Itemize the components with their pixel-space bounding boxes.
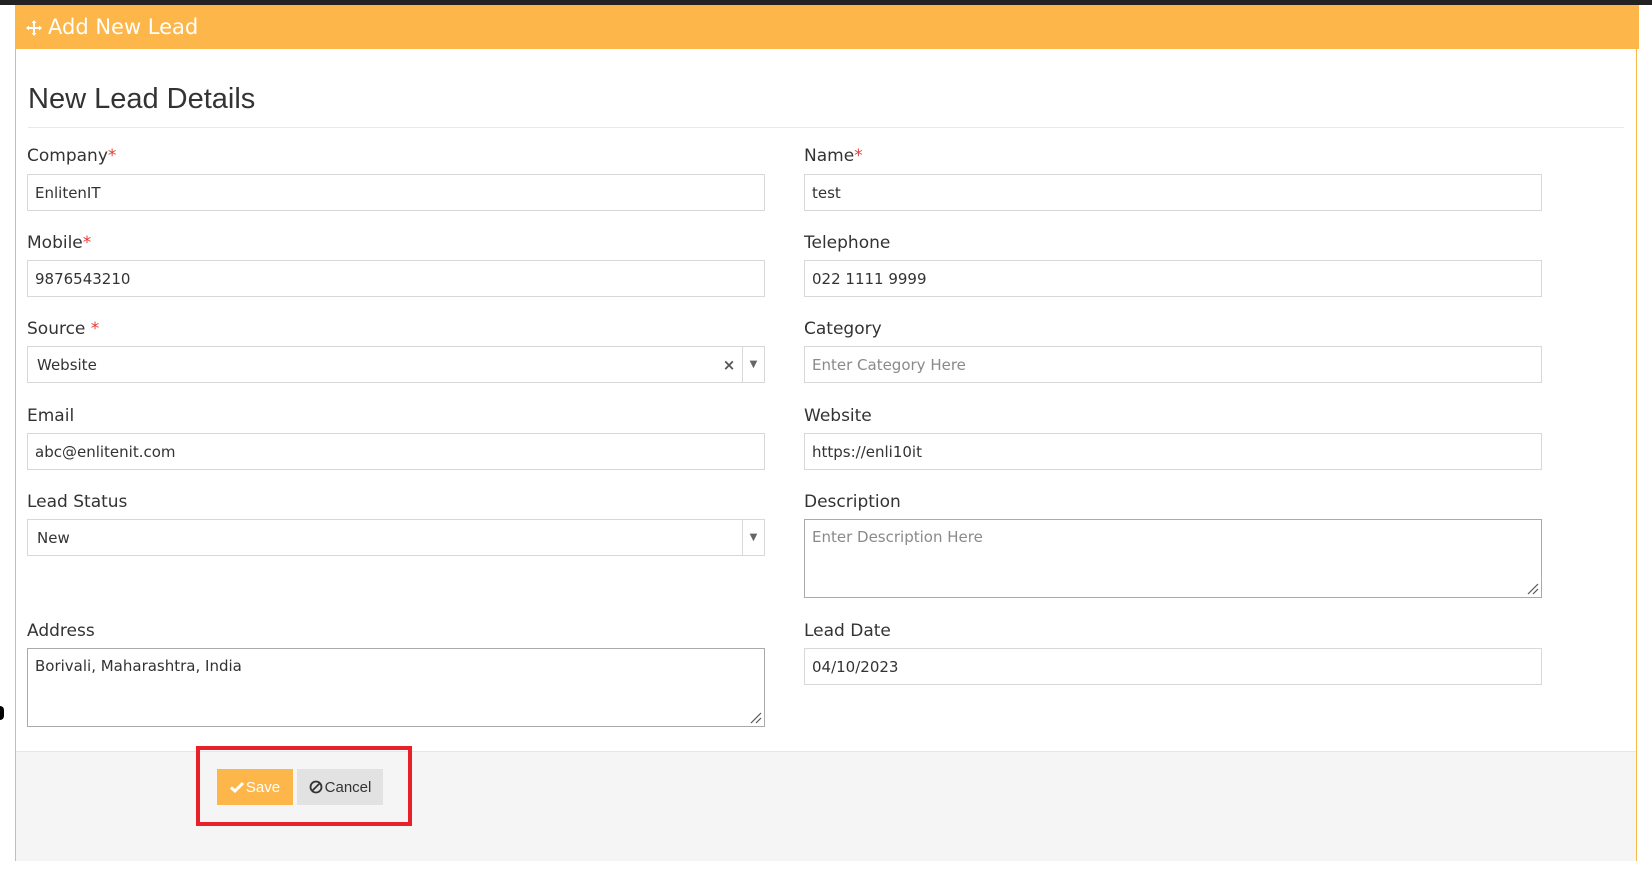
panel-title: Add New Lead [48,15,199,39]
clear-icon[interactable]: × [716,356,742,374]
required-marker: * [82,233,92,253]
required-marker: * [107,146,117,166]
email-input[interactable]: abc@enlitenit.com [27,433,765,470]
category-input[interactable]: Enter Category Here [804,346,1542,383]
company-label-text: Company [27,146,108,166]
source-selected-value: Website [37,355,97,374]
category-label: Category [804,319,882,339]
plus-move-icon [26,20,42,36]
cancel-button[interactable]: Cancel [297,769,383,805]
source-select[interactable]: Website × ▼ [27,346,765,383]
resize-grip-icon[interactable] [1527,583,1539,595]
lead-status-selected-value: New [37,528,70,547]
lead-date-label: Lead Date [804,621,891,641]
address-textarea[interactable]: Borivali, Maharashtra, India [27,648,765,727]
description-textarea[interactable]: Enter Description Here [804,519,1542,598]
section-title: New Lead Details [28,83,256,115]
address-label: Address [27,621,95,641]
save-label: Save [245,778,281,796]
company-label: Company* [27,146,116,166]
telephone-label: Telephone [804,233,891,253]
mobile-label-text: Mobile [27,233,83,253]
description-placeholder: Enter Description Here [812,528,983,546]
lead-status-label: Lead Status [27,492,128,512]
website-input[interactable]: https://enli10it [804,433,1542,470]
source-label: Source * [27,319,99,339]
ban-icon [309,780,323,794]
address-value: Borivali, Maharashtra, India [35,657,242,675]
name-input[interactable]: test [804,174,1542,211]
lead-status-select[interactable]: New ▼ [27,519,765,556]
required-marker: * [854,146,863,166]
section-divider [28,127,1624,128]
company-input[interactable]: EnlitenIT [27,174,765,211]
name-label: Name* [804,146,863,166]
mobile-input[interactable]: 9876543210 [27,260,765,297]
website-label: Website [804,406,872,426]
chevron-down-icon[interactable]: ▼ [742,347,764,382]
telephone-input[interactable]: 022 1111 9999 [804,260,1542,297]
resize-grip-icon[interactable] [750,712,762,724]
panel-header: Add New Lead [15,5,1639,49]
name-label-text: Name [804,146,855,166]
edge-marker [0,706,4,720]
save-button[interactable]: Save [217,769,293,805]
description-label: Description [804,492,901,512]
mobile-label: Mobile* [27,233,91,253]
cancel-label: Cancel [324,778,372,796]
required-marker: * [90,319,100,339]
lead-date-input[interactable]: 04/10/2023 [804,648,1542,685]
source-label-text: Source [27,319,91,339]
chevron-down-icon[interactable]: ▼ [742,520,764,555]
checkmark-icon [229,781,244,793]
add-lead-panel: Add New Lead New Lead Details Company* E… [15,5,1639,861]
email-label: Email [27,406,75,426]
